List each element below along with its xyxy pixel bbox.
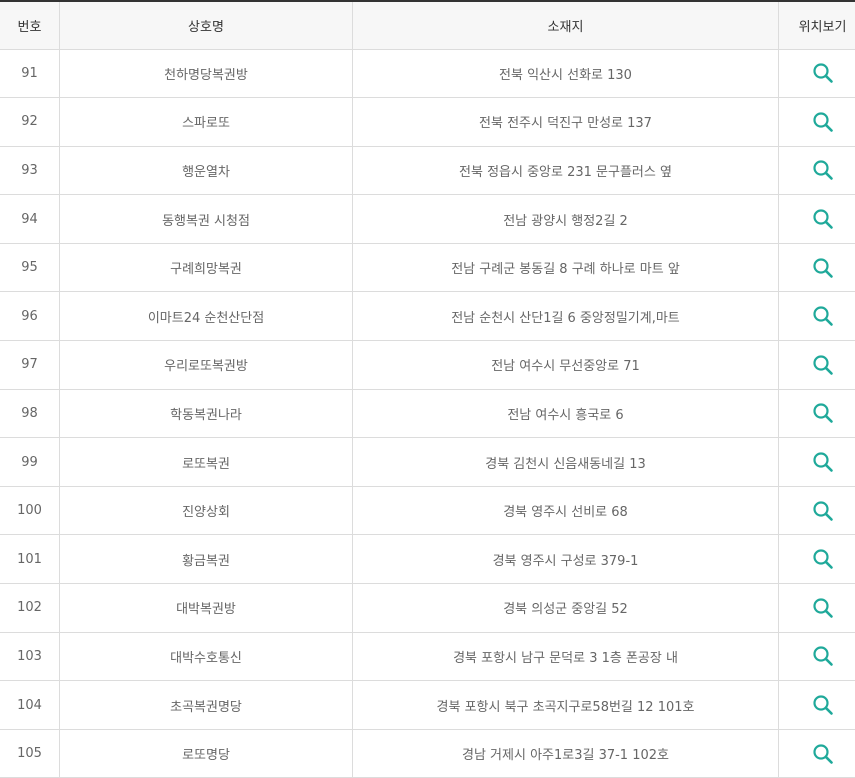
cell-address: 전남 여수시 흥국로 6: [352, 389, 779, 439]
cell-location: [778, 632, 855, 682]
cell-store-name: 로또복권: [59, 437, 353, 487]
search-icon[interactable]: [812, 257, 834, 279]
cell-address: 전남 광양시 행정2길 2: [352, 194, 779, 244]
table-row: 95 구례희망복권 전남 구례군 봉동길 8 구례 하나로 마트 앞: [0, 243, 855, 293]
cell-location: [778, 243, 855, 293]
cell-number: 92: [0, 97, 60, 147]
cell-store-name: 우리로또복권방: [59, 340, 353, 390]
cell-number: 102: [0, 583, 60, 633]
cell-location: [778, 194, 855, 244]
cell-number: 104: [0, 680, 60, 730]
table-body: 91 천하명당복권방 전북 익산시 선화로 130 92 스파로또 전북 전주시 덕진구 …: [0, 49, 855, 778]
cell-location: [778, 729, 855, 778]
search-icon[interactable]: [812, 645, 834, 667]
cell-number: 100: [0, 486, 60, 536]
cell-location: [778, 49, 855, 99]
cell-location: [778, 340, 855, 390]
header-address: 소재지: [352, 0, 779, 50]
header-store-name: 상호명: [59, 0, 353, 50]
search-icon[interactable]: [812, 111, 834, 133]
cell-address: 경북 영주시 선비로 68: [352, 486, 779, 536]
cell-number: 96: [0, 291, 60, 342]
cell-address: 전남 여수시 무선중앙로 71: [352, 340, 779, 390]
search-icon[interactable]: [812, 305, 834, 327]
cell-number: 105: [0, 729, 60, 778]
search-icon[interactable]: [812, 694, 834, 716]
header-location: 위치보기: [778, 0, 855, 50]
cell-store-name: 이마트24 순천산단점: [59, 291, 353, 342]
search-icon[interactable]: [812, 500, 834, 522]
cell-location: [778, 486, 855, 536]
table-row: 96 이마트24 순천산단점 전남 순천시 산단1길 6 중앙정밀기계,마트: [0, 291, 855, 342]
cell-store-name: 천하명당복권방: [59, 49, 353, 99]
search-icon[interactable]: [812, 451, 834, 473]
table-row: 97 우리로또복권방 전남 여수시 무선중앙로 71: [0, 340, 855, 390]
cell-number: 94: [0, 194, 60, 244]
cell-store-name: 행운열차: [59, 146, 353, 196]
cell-store-name: 진양상회: [59, 486, 353, 536]
search-icon[interactable]: [812, 548, 834, 570]
cell-location: [778, 534, 855, 585]
table-row: 105 로또명당 경남 거제시 아주1로3길 37-1 102호: [0, 729, 855, 778]
table-row: 98 학동복권나라 전남 여수시 흥국로 6: [0, 389, 855, 439]
cell-location: [778, 146, 855, 196]
cell-address: 전북 전주시 덕진구 만성로 137: [352, 97, 779, 147]
search-icon[interactable]: [812, 743, 834, 765]
search-icon[interactable]: [812, 354, 834, 376]
cell-address: 경북 포항시 북구 초곡지구로58번길 12 101호: [352, 680, 779, 730]
cell-location: [778, 680, 855, 730]
cell-store-name: 스파로또: [59, 97, 353, 147]
cell-address: 경북 포항시 남구 문덕로 3 1층 폰공장 내: [352, 632, 779, 682]
table-row: 101 황금복권 경북 영주시 구성로 379-1: [0, 534, 855, 585]
table-row: 91 천하명당복권방 전북 익산시 선화로 130: [0, 49, 855, 99]
cell-store-name: 초곡복권명당: [59, 680, 353, 730]
cell-store-name: 로또명당: [59, 729, 353, 778]
cell-store-name: 대박수호통신: [59, 632, 353, 682]
cell-address: 전남 순천시 산단1길 6 중앙정밀기계,마트: [352, 291, 779, 342]
search-icon[interactable]: [812, 62, 834, 84]
table-row: 100 진양상회 경북 영주시 선비로 68: [0, 486, 855, 536]
cell-location: [778, 291, 855, 342]
table-row: 104 초곡복권명당 경북 포항시 북구 초곡지구로58번길 12 101호: [0, 680, 855, 730]
table-header-row: 번호 상호명 소재지 위치보기: [0, 0, 855, 50]
table-row: 99 로또복권 경북 김천시 신음새동네길 13: [0, 437, 855, 487]
cell-number: 98: [0, 389, 60, 439]
store-table: 번호 상호명 소재지 위치보기 91 천하명당복권방 전북 익산시 선화로 130 9…: [0, 0, 855, 778]
table-row: 94 동행복권 시청점 전남 광양시 행정2길 2: [0, 194, 855, 244]
cell-number: 97: [0, 340, 60, 390]
cell-number: 93: [0, 146, 60, 196]
cell-number: 103: [0, 632, 60, 682]
search-icon[interactable]: [812, 159, 834, 181]
cell-address: 전남 구례군 봉동길 8 구례 하나로 마트 앞: [352, 243, 779, 293]
table-row: 93 행운열차 전북 정읍시 중앙로 231 문구플러스 옆: [0, 146, 855, 196]
table-row: 92 스파로또 전북 전주시 덕진구 만성로 137: [0, 97, 855, 147]
cell-address: 경북 김천시 신음새동네길 13: [352, 437, 779, 487]
cell-number: 95: [0, 243, 60, 293]
cell-address: 경북 의성군 중앙길 52: [352, 583, 779, 633]
cell-address: 전북 익산시 선화로 130: [352, 49, 779, 99]
table-row: 103 대박수호통신 경북 포항시 남구 문덕로 3 1층 폰공장 내: [0, 632, 855, 682]
cell-location: [778, 389, 855, 439]
cell-store-name: 학동복권나라: [59, 389, 353, 439]
cell-store-name: 구례희망복권: [59, 243, 353, 293]
cell-address: 경북 영주시 구성로 379-1: [352, 534, 779, 585]
cell-location: [778, 437, 855, 487]
cell-store-name: 동행복권 시청점: [59, 194, 353, 244]
cell-number: 91: [0, 49, 60, 99]
table-row: 102 대박복권방 경북 의성군 중앙길 52: [0, 583, 855, 633]
search-icon[interactable]: [812, 597, 834, 619]
search-icon[interactable]: [812, 402, 834, 424]
search-icon[interactable]: [812, 208, 834, 230]
cell-store-name: 황금복권: [59, 534, 353, 585]
cell-address: 전북 정읍시 중앙로 231 문구플러스 옆: [352, 146, 779, 196]
cell-number: 101: [0, 534, 60, 585]
cell-number: 99: [0, 437, 60, 487]
cell-address: 경남 거제시 아주1로3길 37-1 102호: [352, 729, 779, 778]
cell-location: [778, 97, 855, 147]
cell-store-name: 대박복권방: [59, 583, 353, 633]
cell-location: [778, 583, 855, 633]
header-number: 번호: [0, 0, 60, 50]
